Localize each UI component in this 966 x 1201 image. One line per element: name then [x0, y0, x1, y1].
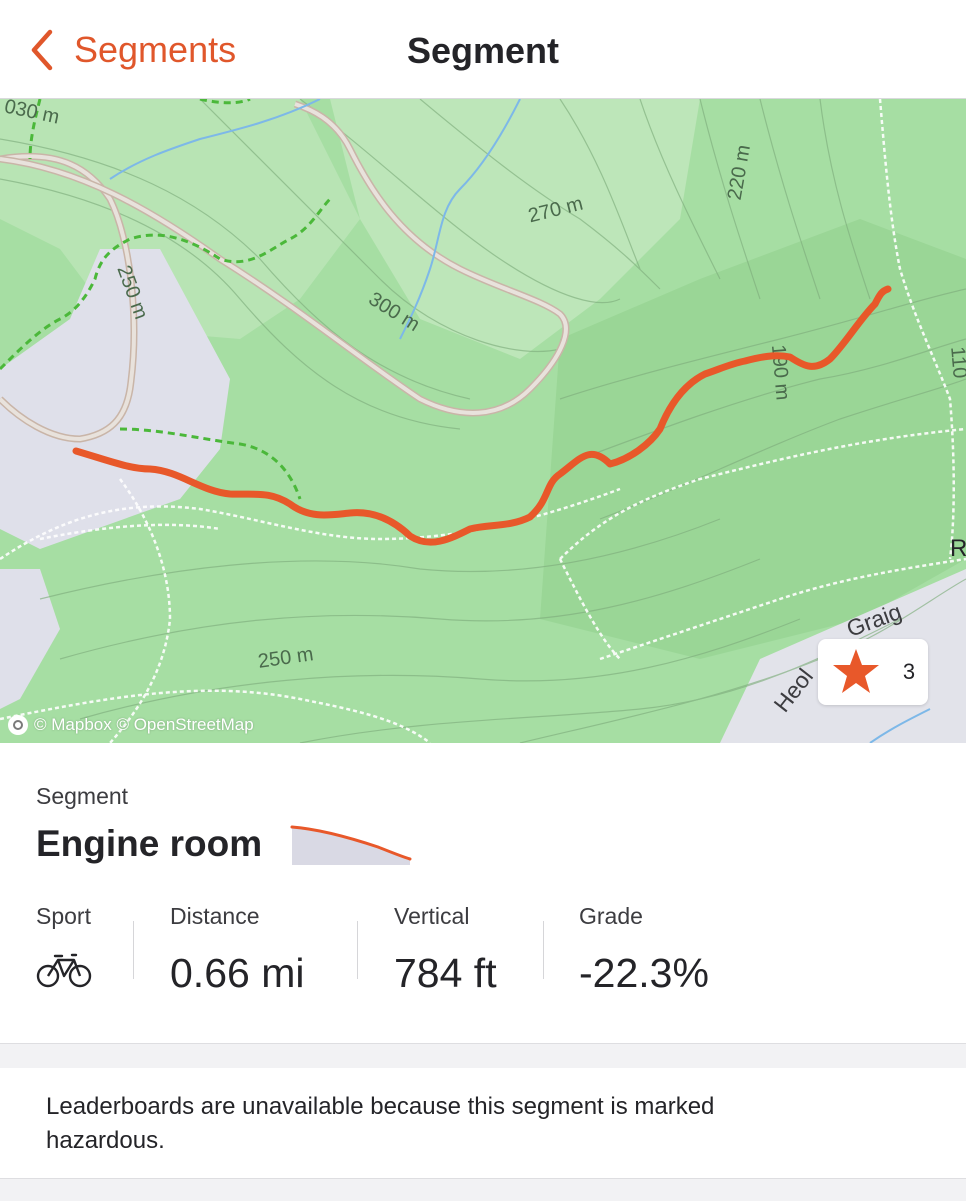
stat-grade-label: Grade: [579, 903, 643, 929]
stat-sport: Sport: [36, 903, 92, 993]
stat-grade: Grade -22.3%: [579, 903, 709, 997]
stat-grade-value: -22.3%: [579, 950, 709, 996]
star-segment-button[interactable]: 3: [818, 639, 928, 705]
star-count: 3: [902, 659, 916, 684]
street-label: R: [950, 535, 966, 562]
section-separator: [0, 1043, 966, 1069]
map-attribution[interactable]: © Mapbox © OpenStreetMap: [8, 715, 254, 735]
hazard-notice-text: Leaderboards are unavailable because thi…: [46, 1093, 715, 1154]
segment-kicker: Segment: [36, 783, 129, 809]
segment-map[interactable]: 030 m 250 m 300 m 270 m 220 m 190 m 250 …: [0, 99, 966, 743]
map-attribution-text: © Mapbox © OpenStreetMap: [34, 715, 254, 734]
stat-distance-label: Distance: [170, 903, 260, 929]
section-separator: [0, 1178, 966, 1201]
stat-vertical-label: Vertical: [394, 903, 470, 929]
map-urban-area: [0, 569, 60, 709]
bike-icon: [36, 953, 92, 988]
segment-info: Segment Engine room Sport Distance 0.66 …: [0, 743, 966, 1043]
segment-name: Engine room: [36, 823, 263, 864]
stat-distance-value: 0.66 mi: [170, 950, 305, 996]
page-title: Segment: [406, 30, 560, 71]
stat-divider: [357, 921, 358, 979]
nav-bar: Segments Segment: [0, 0, 966, 99]
mapbox-logo-icon: [8, 715, 28, 735]
stat-divider: [543, 921, 544, 979]
segment-stats: Sport Distance 0.66 mi Vertical 784 ft G…: [0, 903, 966, 1003]
contour-label: 110: [946, 345, 966, 380]
stat-vertical: Vertical 784 ft: [394, 903, 497, 997]
stat-sport-label: Sport: [36, 903, 91, 929]
contour-label: 190 m: [766, 343, 794, 402]
stat-vertical-value: 784 ft: [394, 950, 497, 996]
stat-distance: Distance 0.66 mi: [170, 903, 304, 997]
star-icon: [832, 649, 879, 693]
stat-divider: [133, 921, 134, 979]
hazard-notice: Leaderboards are unavailable because thi…: [0, 1068, 966, 1178]
elevation-profile-icon: [290, 825, 412, 865]
